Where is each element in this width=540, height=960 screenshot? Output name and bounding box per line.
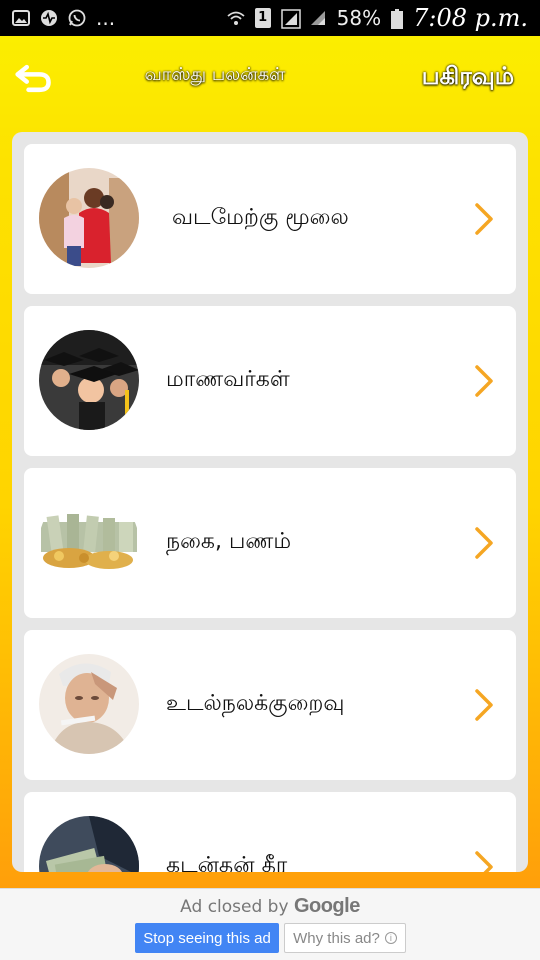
graduates-photo-icon bbox=[39, 330, 139, 430]
chevron-right-icon bbox=[475, 851, 493, 872]
info-icon: i bbox=[384, 932, 397, 944]
chevron-right-icon bbox=[475, 365, 493, 397]
status-system: 1 58% 7:08 p.m. bbox=[227, 4, 528, 32]
ad-closed-text: Ad closed by Google bbox=[0, 895, 540, 918]
status-notifications: ... bbox=[12, 6, 115, 30]
list-item[interactable]: நகை, பணம் bbox=[24, 468, 516, 618]
chevron-right-icon bbox=[475, 527, 493, 559]
ad-closed-label: Ad closed by bbox=[180, 897, 289, 917]
list-item[interactable]: மாணவர்கள் bbox=[24, 306, 516, 456]
signal-icon-2 bbox=[309, 9, 327, 27]
money-hand-photo-icon bbox=[39, 816, 139, 872]
stop-seeing-ad-button[interactable]: Stop seeing this ad bbox=[135, 923, 279, 953]
page-title: வாஸ்து பலன்கள் bbox=[144, 64, 286, 85]
wifi-icon bbox=[227, 9, 245, 27]
gallery-icon bbox=[12, 9, 30, 27]
battery-icon bbox=[391, 9, 404, 29]
chevron-right-icon bbox=[475, 203, 493, 235]
item-label: மாணவர்கள் bbox=[166, 367, 290, 392]
list-item[interactable]: உடல்நலக்குறைவு bbox=[24, 630, 516, 780]
whatsapp-icon bbox=[68, 9, 86, 27]
sick-man-photo-icon bbox=[39, 654, 139, 754]
battery-percent: 58% bbox=[336, 6, 382, 30]
why-this-ad-button[interactable]: Why this ad? i bbox=[284, 923, 406, 953]
app-screen: வாஸ்து பலன்கள் பகிரவும் வடமேற்கு மூலை மா… bbox=[0, 36, 540, 888]
item-label: கடன்தன் தீர bbox=[166, 853, 288, 872]
list-panel: வடமேற்கு மூலை மாணவர்கள் நகை, பணம் உடல்நல… bbox=[12, 132, 528, 872]
clock: 7:08 p.m. bbox=[413, 4, 528, 32]
list-item[interactable]: கடன்தன் தீர bbox=[24, 792, 516, 872]
family-photo-icon bbox=[39, 168, 139, 268]
item-label: நகை, பணம் bbox=[166, 529, 292, 554]
google-logo: Google bbox=[293, 895, 360, 917]
why-this-ad-label: Why this ad? bbox=[293, 929, 380, 947]
ad-banner: Ad closed by Google Stop seeing this ad … bbox=[0, 888, 540, 960]
chevron-right-icon bbox=[475, 689, 493, 721]
money-gold-photo-icon bbox=[39, 492, 139, 592]
toolbar: வாஸ்து பலன்கள் பகிரவும் bbox=[0, 36, 540, 122]
more-notifications-text: ... bbox=[96, 6, 116, 30]
signal-icon bbox=[280, 9, 301, 29]
item-label: உடல்நலக்குறைவு bbox=[166, 691, 345, 716]
undo-arrow-icon bbox=[15, 64, 51, 93]
sim-1-badge: 1 bbox=[254, 8, 271, 28]
status-bar: ... 1 58% 7:08 p.m. bbox=[0, 0, 540, 36]
item-label: வடமேற்கு மூலை bbox=[172, 205, 349, 230]
share-button[interactable]: பகிரவும் bbox=[422, 62, 514, 93]
back-button[interactable] bbox=[12, 58, 56, 98]
list-item[interactable]: வடமேற்கு மூலை bbox=[24, 144, 516, 294]
pulse-icon bbox=[40, 9, 58, 27]
